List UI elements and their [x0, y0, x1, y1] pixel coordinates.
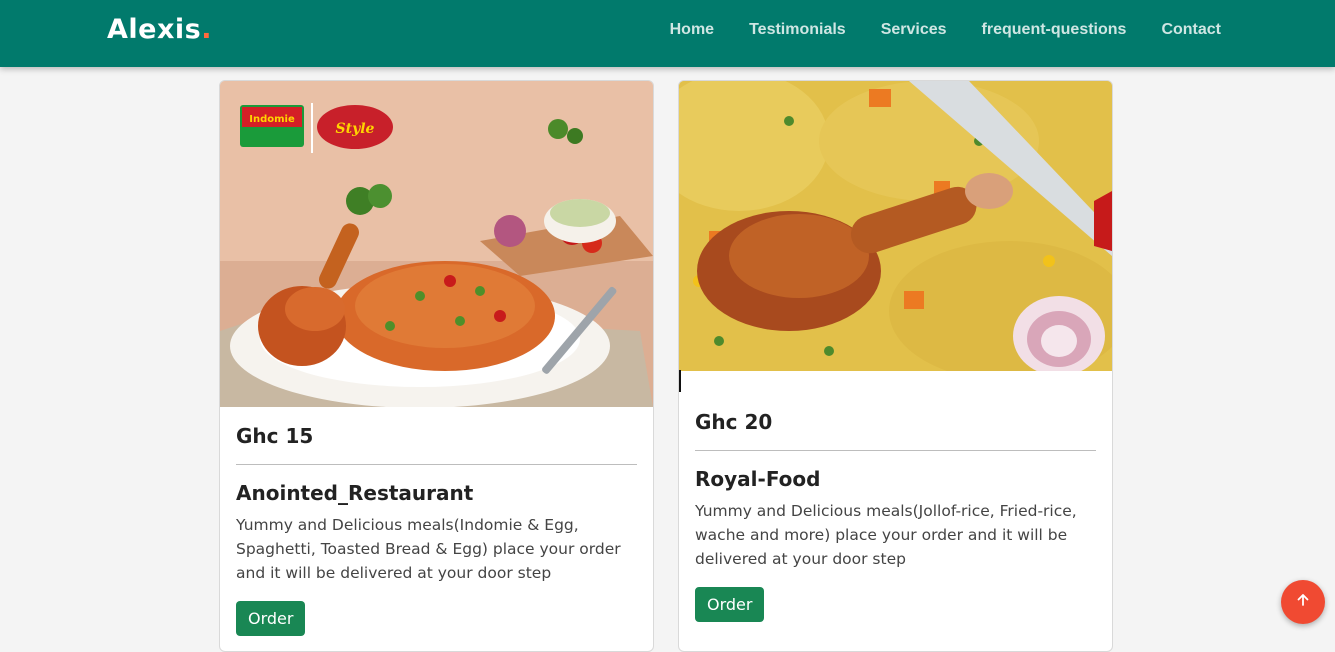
brand-logo[interactable]: Alexis. — [107, 14, 212, 45]
text-cursor — [679, 370, 681, 392]
restaurant-name: Anointed_Restaurant — [236, 481, 474, 505]
scroll-to-top-button[interactable] — [1281, 580, 1325, 624]
nav-link-home[interactable]: Home — [670, 21, 714, 39]
order-button[interactable]: Order — [695, 587, 765, 622]
food-image — [679, 81, 1112, 371]
brand-name: Alexis — [107, 14, 202, 45]
price: Ghc 15 — [236, 407, 637, 465]
card-body: Ghc 15 Anointed_Restaurant Yummy and Del… — [220, 407, 653, 636]
nav-links: Home Testimonials Services frequent-ques… — [635, 21, 1221, 39]
description: Yummy and Delicious meals(Jollof-rice, F… — [695, 502, 1077, 568]
restaurant-name: Royal-Food — [695, 467, 821, 491]
nav-link-services[interactable]: Services — [881, 21, 947, 39]
navbar: Alexis. Home Testimonials Services frequ… — [0, 0, 1335, 67]
brand-dot: . — [201, 14, 212, 45]
nav-link-testimonials[interactable]: Testimonials — [749, 21, 846, 39]
restaurant-card: Ghc 20 Royal-Food Yummy and Delicious me… — [678, 80, 1113, 652]
svg-text:Style: Style — [336, 121, 375, 137]
nav-link-contact[interactable]: Contact — [1161, 21, 1221, 39]
svg-text:Indomie: Indomie — [249, 114, 295, 125]
nav-link-frequent-questions[interactable]: frequent-questions — [982, 21, 1127, 39]
restaurant-card: Indomie Style Ghc 15 Anointed_Restaurant… — [219, 80, 654, 652]
food-image: Indomie Style — [220, 81, 653, 407]
order-button[interactable]: Order — [236, 601, 306, 636]
card-body: Ghc 20 Royal-Food Yummy and Delicious me… — [679, 371, 1112, 622]
arrow-up-icon — [1296, 593, 1310, 612]
price: Ghc 20 — [695, 371, 1096, 451]
description: Yummy and Delicious meals(Indomie & Egg,… — [236, 516, 621, 582]
